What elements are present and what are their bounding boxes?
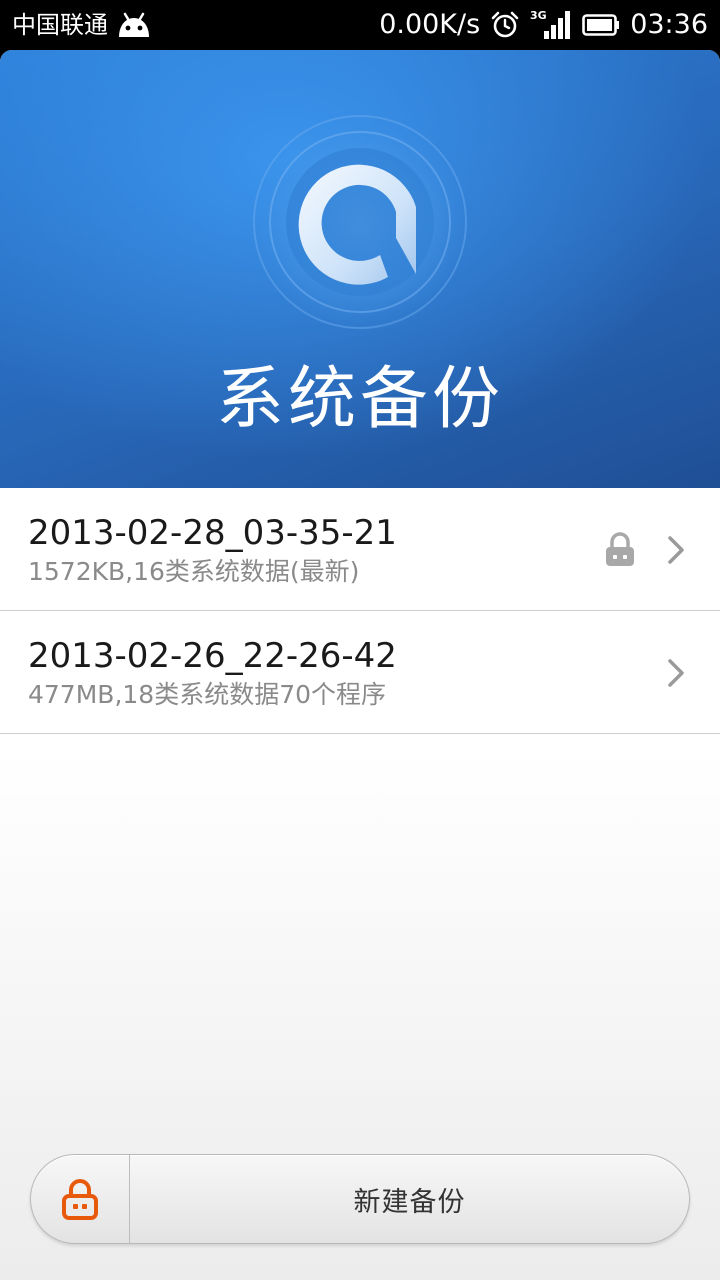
status-bar: 中国联通 0.00K/s 3G 03:36 (0, 0, 720, 50)
new-backup-button[interactable]: 新建备份 (130, 1155, 689, 1243)
backup-list-item[interactable]: 2013-02-28_03-35-21 1572KB,16类系统数据(最新) (0, 488, 720, 611)
page-title: 系统备份 (215, 360, 504, 439)
lock-icon (62, 1179, 98, 1220)
signal-3g-icon: 3G (530, 9, 572, 41)
lock-button[interactable] (31, 1155, 130, 1243)
clock: 03:36 (630, 9, 708, 40)
chevron-right-icon (664, 534, 688, 566)
carrier-name: 中国联通 (12, 11, 108, 39)
battery-icon (582, 13, 620, 37)
chevron-right-icon (664, 657, 688, 689)
backup-name: 2013-02-28_03-35-21 (28, 513, 397, 553)
backup-summary: 477MB,18类系统数据70个程序 (28, 680, 387, 709)
network-type-label: 3G (530, 9, 547, 22)
backup-list: 2013-02-28_03-35-21 1572KB,16类系统数据(最新) 2… (0, 488, 720, 734)
app-window: 系统备份 2013-02-28_03-35-21 1572KB,16类系统数据(… (0, 50, 720, 1280)
lock-icon (604, 532, 636, 568)
network-speed: 0.00K/s (379, 9, 481, 40)
backup-list-item[interactable]: 2013-02-26_22-26-42 477MB,18类系统数据70个程序 (0, 611, 720, 734)
alarm-icon (490, 10, 520, 40)
header-banner: 系统备份 (0, 50, 720, 488)
android-icon (116, 11, 152, 39)
status-right: 0.00K/s 3G 03:36 (379, 8, 708, 42)
backup-name: 2013-02-26_22-26-42 (28, 636, 397, 676)
backup-logo-icon (250, 112, 470, 332)
bottom-action-bar: 新建备份 (30, 1154, 690, 1244)
status-left: 中国联通 (12, 8, 152, 42)
backup-summary: 1572KB,16类系统数据(最新) (28, 557, 360, 586)
